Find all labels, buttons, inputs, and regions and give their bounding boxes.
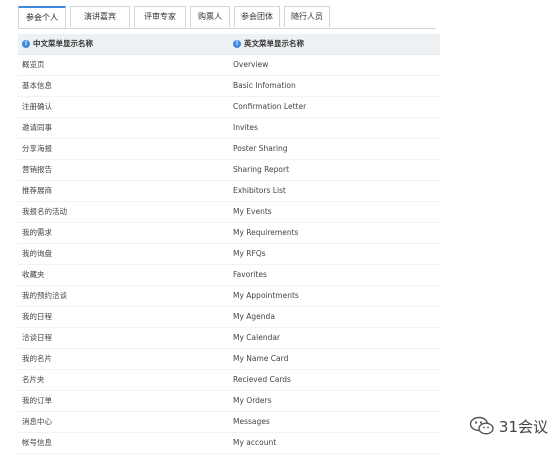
table-row: 我的预约洽谈 My Appointments — [18, 286, 440, 307]
table-row: 我的日程 My Agenda — [18, 307, 440, 328]
table-row: 洽谈日程 My Calendar — [18, 328, 440, 349]
english-name-cell: My Orders — [233, 396, 272, 405]
table-row: 名片夹 Recieved Cards — [18, 370, 440, 391]
english-name-cell: Confirmation Letter — [233, 102, 307, 111]
english-name-cell: Messages — [233, 417, 270, 426]
chinese-name-cell: 我的名片 — [22, 354, 52, 363]
english-name-cell: My Agenda — [233, 312, 275, 321]
table-row: 我的订单 My Orders — [18, 391, 440, 412]
chinese-name-cell: 我的需求 — [22, 228, 52, 237]
table-header: ! 中文菜单显示名称 ! 英文菜单显示名称 — [18, 34, 440, 55]
english-name-cell: Recieved Cards — [233, 375, 291, 384]
tab-speakers[interactable]: 演讲嘉宾 — [70, 6, 130, 27]
chinese-name-cell: 推荐展商 — [22, 186, 52, 195]
chinese-name-cell: 营销报告 — [22, 165, 52, 174]
watermark: 31会议 — [469, 414, 548, 438]
chinese-name-cell: 洽谈日程 — [22, 333, 52, 342]
table-row: 收藏夹 Favorites — [18, 265, 440, 286]
table-row: 我的名片 My Name Card — [18, 349, 440, 370]
column-header-chinese: ! 中文菜单显示名称 — [22, 34, 93, 54]
chinese-name-cell: 我的订单 — [22, 396, 52, 405]
wechat-icon — [469, 416, 494, 435]
english-name-cell: Sharing Report — [233, 165, 290, 174]
table-row: 消息中心 Messages — [18, 412, 440, 433]
chinese-name-cell: 概览页 — [22, 60, 45, 69]
english-name-cell: Exhibitors List — [233, 186, 286, 195]
english-name-cell: My Name Card — [233, 354, 289, 363]
info-icon: ! — [22, 40, 30, 48]
chinese-name-cell: 我的询盘 — [22, 249, 52, 258]
tab-ticket-buyers[interactable]: 购票人 — [190, 6, 230, 27]
table-row: 分享海报 Poster Sharing — [18, 139, 440, 160]
table-row: 邀请同事 Invites — [18, 118, 440, 139]
chinese-name-cell: 基本信息 — [22, 81, 52, 90]
chinese-name-cell: 邀请同事 — [22, 123, 52, 132]
english-name-cell: My Calendar — [233, 333, 281, 342]
english-name-cell: My Events — [233, 207, 272, 216]
chinese-name-cell: 我的预约洽谈 — [22, 291, 67, 300]
table-row: 注册确认 Confirmation Letter — [18, 97, 440, 118]
english-name-cell: Favorites — [233, 270, 267, 279]
english-name-cell: My account — [233, 438, 277, 447]
tab-attendee-groups[interactable]: 参会团体 — [234, 6, 280, 27]
english-name-cell: My Requirements — [233, 228, 299, 237]
table-row: 营销报告 Sharing Report — [18, 160, 440, 181]
chinese-name-cell: 消息中心 — [22, 417, 52, 426]
table-row: 帐号信息 My account — [18, 433, 440, 454]
tab-accompanying[interactable]: 随行人员 — [284, 6, 330, 27]
chinese-name-cell: 收藏夹 — [22, 270, 45, 279]
english-name-cell: Overview — [233, 60, 269, 69]
chinese-name-cell: 名片夹 — [22, 375, 45, 384]
menu-names-table: ! 中文菜单显示名称 ! 英文菜单显示名称 概览页 Overview 基本信息 Basi… — [18, 34, 440, 454]
chinese-name-cell: 我报名的活动 — [22, 207, 67, 216]
info-icon: ! — [233, 40, 241, 48]
english-name-cell: My Appointments — [233, 291, 299, 300]
table-row: 基本信息 Basic Infomation — [18, 76, 440, 97]
table-row: 我的询盘 My RFQs — [18, 244, 440, 265]
chinese-name-cell: 注册确认 — [22, 102, 52, 111]
chinese-name-cell: 帐号信息 — [22, 438, 52, 447]
watermark-text: 31会议 — [498, 417, 548, 436]
english-name-cell: Basic Infomation — [233, 81, 296, 90]
tab-review-experts[interactable]: 评审专家 — [134, 6, 186, 27]
chinese-name-cell: 我的日程 — [22, 312, 52, 321]
chinese-name-cell: 分享海报 — [22, 144, 52, 153]
table-row: 推荐展商 Exhibitors List — [18, 181, 440, 202]
tab-bar: 参会个人 演讲嘉宾 评审专家 购票人 参会团体 随行人员 — [18, 6, 436, 29]
english-name-cell: Invites — [233, 123, 258, 132]
tab-attendee-individual[interactable]: 参会个人 — [18, 6, 66, 28]
english-name-cell: Poster Sharing — [233, 144, 288, 153]
table-row: 我的需求 My Requirements — [18, 223, 440, 244]
column-header-english: ! 英文菜单显示名称 — [233, 34, 304, 54]
english-name-cell: My RFQs — [233, 249, 266, 258]
table-row: 我报名的活动 My Events — [18, 202, 440, 223]
table-row: 概览页 Overview — [18, 55, 440, 76]
